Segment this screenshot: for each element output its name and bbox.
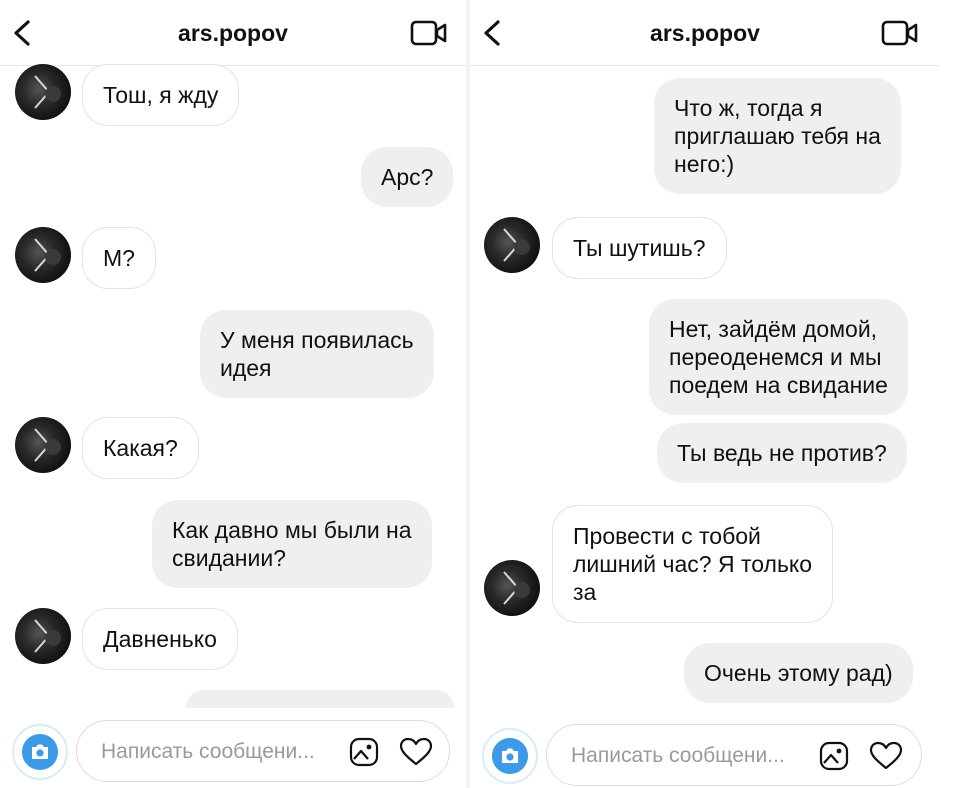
heart-icon[interactable] (869, 741, 903, 771)
camera-icon (492, 738, 528, 774)
message-incoming: М? (82, 227, 156, 289)
avatar[interactable] (15, 227, 71, 283)
gallery-icon[interactable] (349, 737, 379, 767)
message-input[interactable]: Написать сообщени... (546, 724, 922, 786)
avatar[interactable] (15, 417, 71, 473)
message-input[interactable]: Написать сообщени... (76, 720, 450, 782)
gallery-icon[interactable] (819, 741, 849, 771)
chat-title[interactable]: ars.popov (470, 20, 940, 47)
message-composer: Написать сообщени... (470, 712, 960, 788)
message-outgoing: Как давно мы были на свидании? (152, 500, 432, 588)
message-incoming: Давненько (82, 608, 238, 670)
message-outgoing: Нет, зайдём домой, переоденемся и мы пое… (649, 299, 908, 415)
message-incoming: Провести с тобой лишний час? Я только за (552, 505, 834, 623)
chat-header: ars.popov (0, 0, 466, 66)
message-input-placeholder: Написать сообщени... (571, 744, 785, 767)
message-outgoing: Что ж, тогда я приглашаю тебя на него:) (654, 78, 901, 194)
camera-button[interactable] (12, 724, 68, 780)
camera-button[interactable] (482, 728, 538, 784)
message-incoming: Какая? (82, 417, 199, 479)
avatar[interactable] (484, 560, 540, 616)
avatar[interactable] (15, 608, 71, 664)
message-outgoing: Очень этому рад) (684, 643, 913, 703)
message-outgoing: Арс? (361, 147, 454, 207)
message-incoming: Ты шутишь? (552, 217, 727, 279)
chat-title[interactable]: ars.popov (0, 20, 466, 47)
video-call-icon[interactable] (410, 19, 448, 47)
avatar[interactable] (15, 64, 71, 120)
message-input-placeholder: Написать сообщени... (101, 740, 315, 763)
video-call-icon[interactable] (881, 19, 919, 47)
camera-icon (22, 734, 58, 770)
message-composer: Написать сообщени... (0, 708, 466, 788)
message-incoming: Тош, я жду (82, 64, 240, 126)
message-outgoing: Ты ведь не против? (657, 423, 907, 483)
heart-icon[interactable] (399, 737, 433, 767)
chat-panel-left: ars.popov Тош, я жду Арс? М? У меня появ… (0, 0, 466, 788)
avatar[interactable] (484, 217, 540, 273)
chat-panel-right: ars.popov Что ж, тогда я приглашаю тебя … (470, 0, 960, 788)
chat-header: ars.popov (470, 0, 940, 66)
message-outgoing: У меня появилась идея (200, 310, 434, 398)
